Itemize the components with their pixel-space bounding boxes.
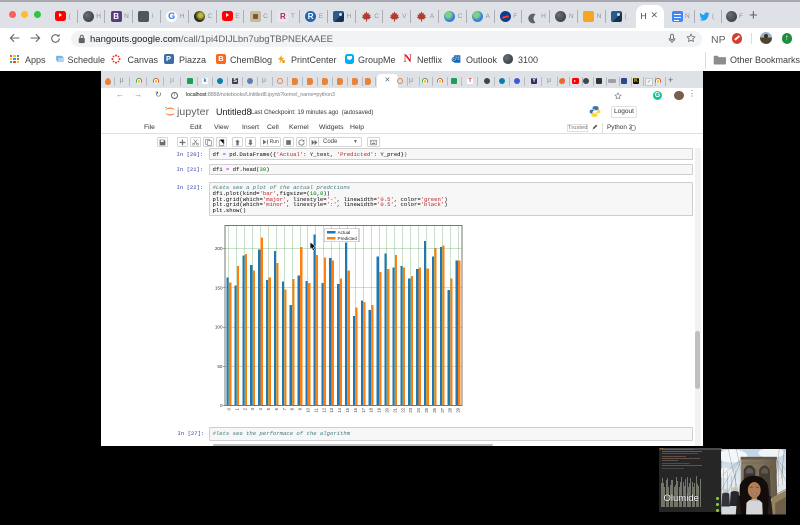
svg-text:27: 27 (440, 407, 445, 412)
svg-text:26: 26 (432, 407, 437, 412)
svg-text:22: 22 (400, 407, 405, 412)
svg-text:100: 100 (215, 325, 223, 330)
svg-text:150: 150 (215, 285, 223, 290)
svg-text:15: 15 (345, 407, 350, 412)
svg-text:12: 12 (321, 407, 326, 412)
svg-text:0: 0 (220, 403, 223, 408)
svg-text:25: 25 (424, 407, 429, 412)
svg-text:Predicted: Predicted (338, 236, 358, 241)
svg-text:10: 10 (305, 407, 310, 412)
svg-text:200: 200 (215, 246, 223, 251)
svg-text:13: 13 (329, 407, 334, 412)
svg-text:23: 23 (408, 407, 413, 412)
svg-text:20: 20 (384, 407, 389, 412)
svg-text:14: 14 (337, 407, 342, 412)
svg-text:24: 24 (416, 407, 421, 412)
svg-text:17: 17 (361, 407, 366, 412)
svg-text:19: 19 (377, 407, 382, 412)
svg-text:28: 28 (448, 407, 453, 412)
svg-text:O: O (452, 57, 456, 62)
svg-text:21: 21 (392, 407, 397, 412)
svg-text:16: 16 (353, 407, 358, 412)
svg-text:50: 50 (217, 364, 223, 369)
svg-text:11: 11 (313, 407, 318, 412)
svg-text:18: 18 (369, 407, 374, 412)
svg-text:Actual: Actual (338, 230, 351, 235)
svg-text:1: 1 (234, 407, 239, 410)
svg-text:29: 29 (456, 407, 461, 412)
